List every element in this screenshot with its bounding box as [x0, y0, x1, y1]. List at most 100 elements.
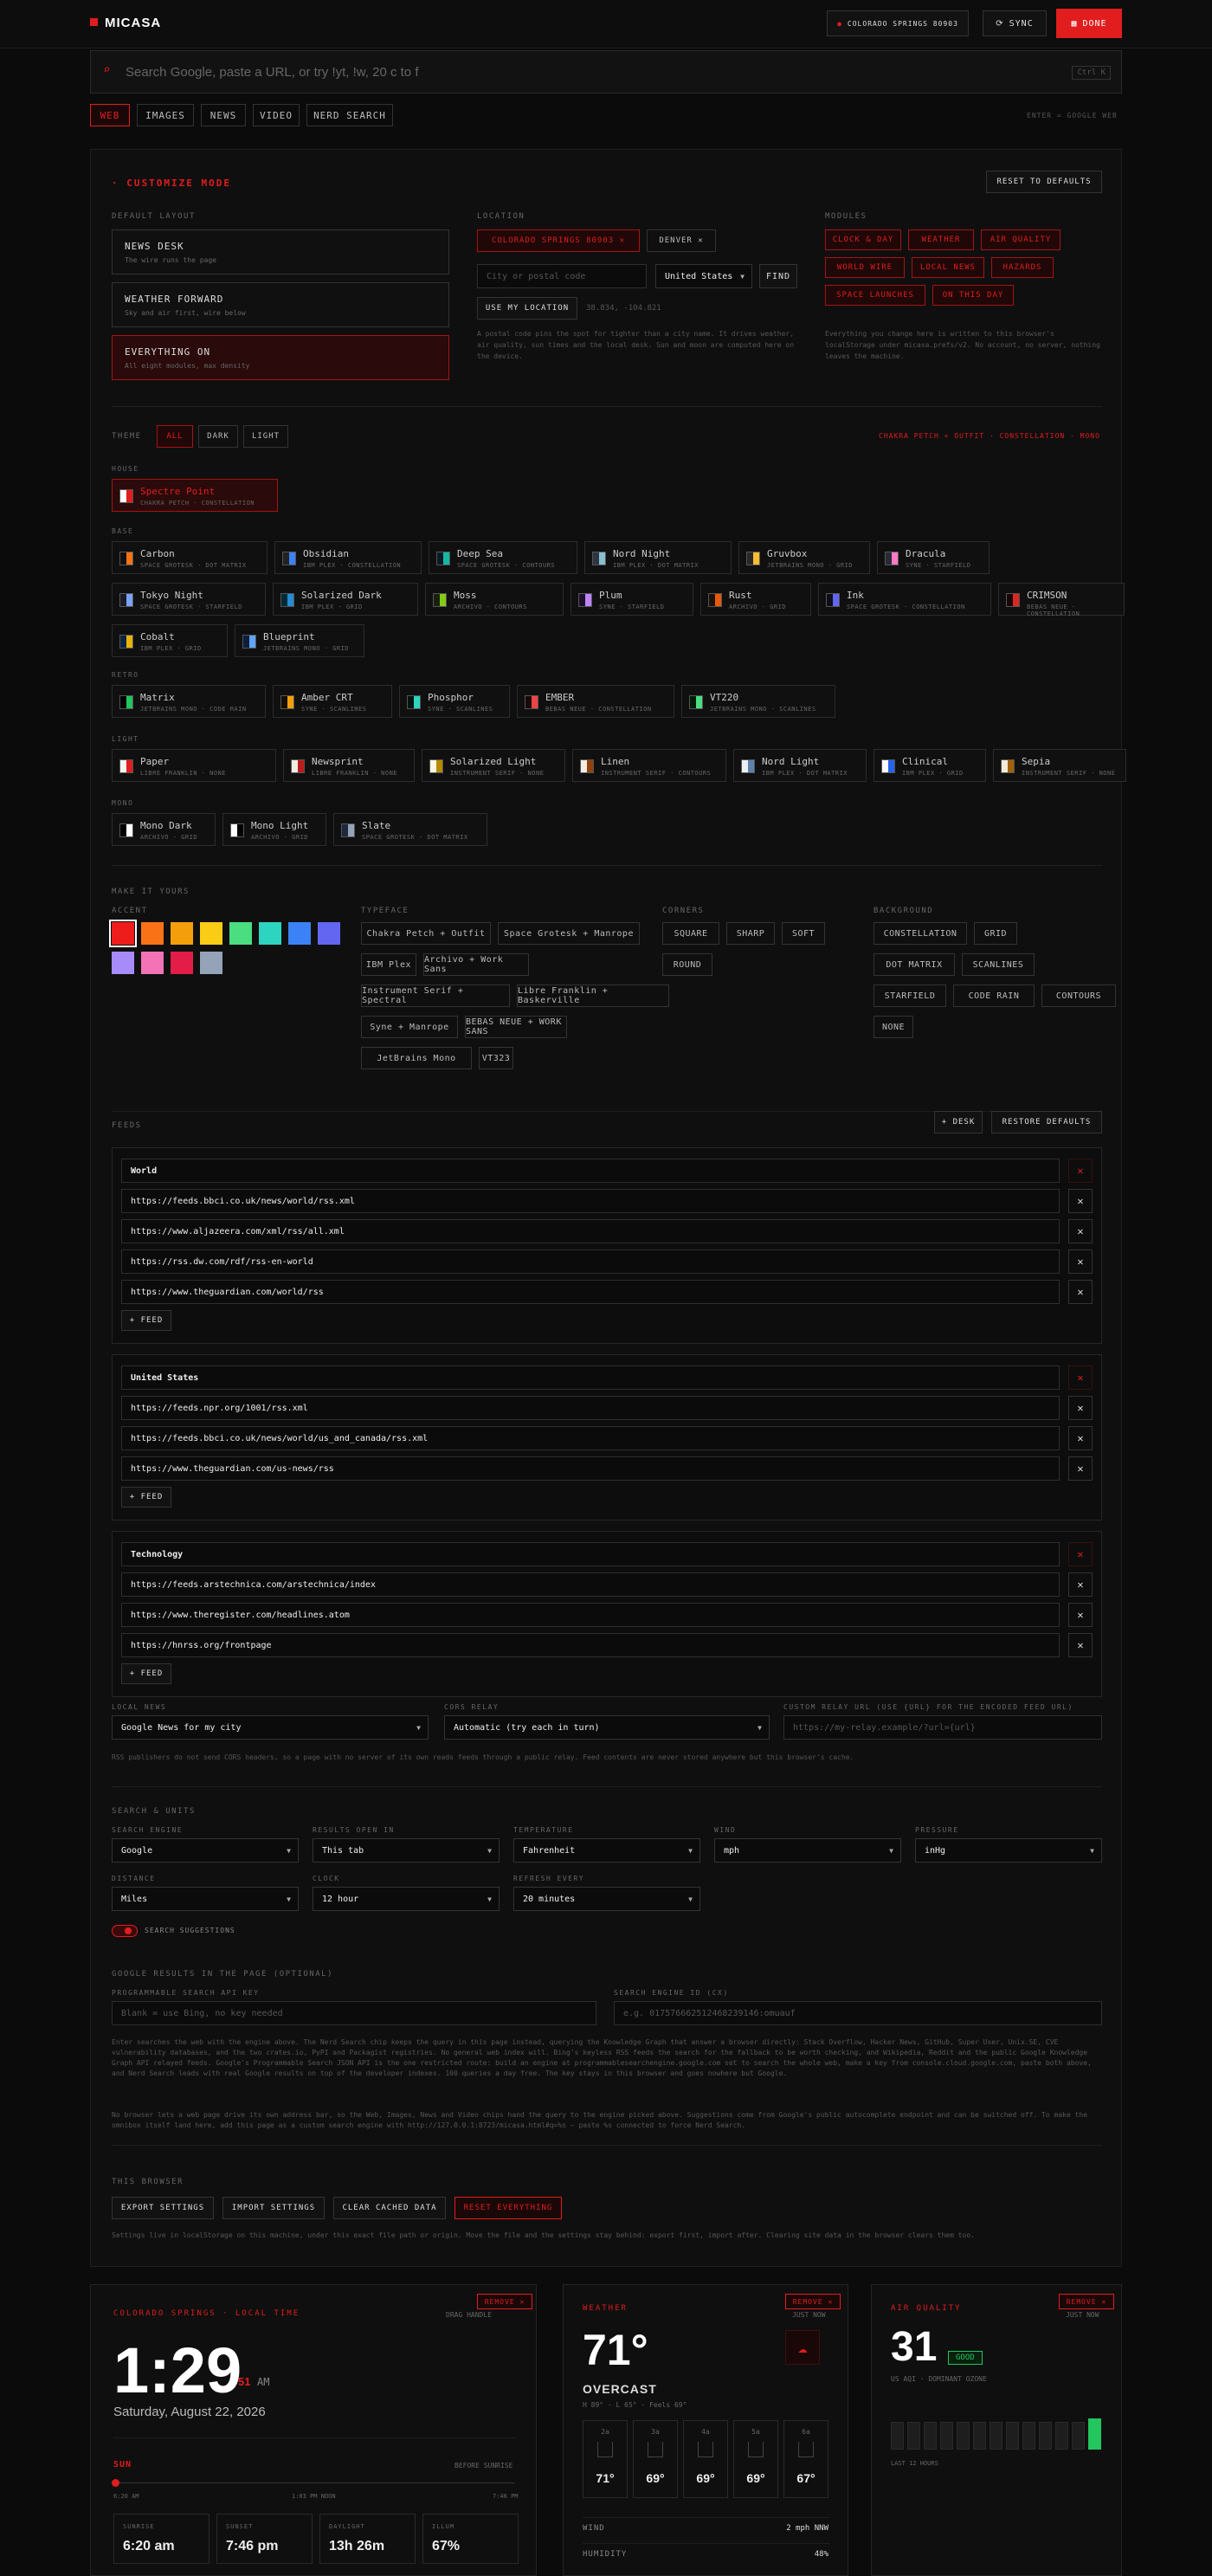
background-option[interactable]: GRID: [974, 922, 1017, 945]
module-chip[interactable]: ON THIS DAY: [932, 285, 1014, 306]
tab-nerd-search[interactable]: NERD SEARCH: [306, 104, 393, 126]
remove-button[interactable]: REMOVE ✕: [1059, 2294, 1114, 2309]
feed-url-input[interactable]: https://feeds.bbci.co.uk/news/world/rss.…: [121, 1189, 1060, 1213]
remove-feed-icon[interactable]: ✕: [1068, 1219, 1093, 1243]
cors-select[interactable]: Automatic (try each in turn) ▼: [444, 1715, 770, 1740]
done-button[interactable]: ▦ DONE: [1056, 9, 1122, 38]
theme-card[interactable]: Nord Night IBM PLEX · DOT MATRIX: [584, 541, 732, 574]
feed-url-input[interactable]: https://feeds.arstechnica.com/arstechnic…: [121, 1572, 1060, 1597]
unit-select[interactable]: Fahrenheit ▼: [513, 1838, 700, 1863]
corner-option[interactable]: SQUARE: [662, 922, 719, 945]
theme-card[interactable]: Dracula SYNE · STARFIELD: [877, 541, 990, 574]
delete-desk-icon[interactable]: ✕: [1068, 1365, 1093, 1390]
tab-news[interactable]: NEWS: [201, 104, 246, 126]
theme-card[interactable]: Amber CRT SYNE · SCANLINES: [273, 685, 392, 718]
layout-weather-forward[interactable]: WEATHER FORWARD Sky and air first, wire b…: [112, 282, 449, 327]
theme-filter-all[interactable]: ALL: [157, 425, 193, 448]
drag-handle[interactable]: DRAG HANDLE: [446, 2311, 492, 2319]
theme-card[interactable]: VT220 JETBRAINS MONO · SCANLINES: [681, 685, 835, 718]
theme-filter-dark[interactable]: DARK: [198, 425, 238, 448]
theme-filter-light[interactable]: LIGHT: [243, 425, 288, 448]
custom-relay-input[interactable]: https://my-relay.example/?url={url}: [783, 1715, 1102, 1740]
typeface-option[interactable]: VT323: [479, 1047, 513, 1069]
search-input[interactable]: Search Google, paste a URL, or try !yt, …: [126, 65, 419, 80]
theme-card[interactable]: Slate SPACE GROTESK · DOT MATRIX: [333, 813, 487, 846]
tab-video[interactable]: VIDEO: [253, 104, 300, 126]
theme-card[interactable]: Ink SPACE GROTESK · CONSTELLATION: [818, 583, 991, 616]
add-feed-button[interactable]: + FEED: [121, 1663, 171, 1684]
unit-select[interactable]: mph ▼: [714, 1838, 901, 1863]
add-desk-button[interactable]: + DESK: [934, 1111, 983, 1133]
clear-cache-button[interactable]: CLEAR CACHED DATA: [333, 2197, 446, 2219]
corner-option[interactable]: SOFT: [782, 922, 825, 945]
remove-feed-icon[interactable]: ✕: [1068, 1603, 1093, 1627]
remove-feed-icon[interactable]: ✕: [1068, 1456, 1093, 1481]
typeface-option[interactable]: IBM Plex: [361, 953, 416, 976]
theme-card[interactable]: Moss ARCHIVO · CONTOURS: [425, 583, 564, 616]
layout-news-desk[interactable]: NEWS DESK The wire runs the page: [112, 229, 449, 274]
typeface-option[interactable]: Syne + Manrope: [361, 1016, 458, 1038]
location-chip[interactable]: DENVER ✕: [647, 229, 716, 252]
cx-input[interactable]: e.g. 017576662512468239146:omuauf: [614, 2001, 1102, 2025]
module-chip[interactable]: SPACE LAUNCHES: [825, 285, 925, 306]
unit-select[interactable]: Miles ▼: [112, 1887, 299, 1911]
theme-card[interactable]: Cobalt IBM PLEX · GRID: [112, 624, 228, 657]
feed-url-input[interactable]: https://www.aljazeera.com/xml/rss/all.xm…: [121, 1219, 1060, 1243]
remove-feed-icon[interactable]: ✕: [1068, 1189, 1093, 1213]
typeface-option[interactable]: Archivo + Work Sans: [423, 953, 529, 976]
typeface-option[interactable]: Space Grotesk + Manrope: [498, 922, 640, 945]
module-chip[interactable]: LOCAL NEWS: [912, 257, 984, 278]
theme-card[interactable]: Phosphor SYNE · SCANLINES: [399, 685, 510, 718]
theme-card[interactable]: Tokyo Night SPACE GROTESK · STARFIELD: [112, 583, 266, 616]
theme-card[interactable]: Mono Dark ARCHIVO · GRID: [112, 813, 216, 846]
unit-select[interactable]: This tab ▼: [313, 1838, 500, 1863]
corner-option[interactable]: SHARP: [726, 922, 775, 945]
pse-input[interactable]: Blank = use Bing, no key needed: [112, 2001, 596, 2025]
feed-url-input[interactable]: https://www.theguardian.com/us-news/rss: [121, 1456, 1060, 1481]
feed-url-input[interactable]: https://www.theregister.com/headlines.at…: [121, 1603, 1060, 1627]
export-settings-button[interactable]: EXPORT SETTINGS: [112, 2197, 214, 2219]
desk-name-input[interactable]: Technology: [121, 1542, 1060, 1566]
unit-select[interactable]: inHg ▼: [915, 1838, 1102, 1863]
background-option[interactable]: STARFIELD: [874, 985, 946, 1007]
theme-card[interactable]: Deep Sea SPACE GROTESK · CONTOURS: [429, 541, 577, 574]
remove-feed-icon[interactable]: ✕: [1068, 1280, 1093, 1304]
background-option[interactable]: CODE RAIN: [953, 985, 1035, 1007]
restore-feeds-button[interactable]: RESTORE DEFAULTS: [991, 1111, 1102, 1133]
local-news-select[interactable]: Google News for my city ▼: [112, 1715, 429, 1740]
city-input[interactable]: City or postal code: [477, 264, 647, 288]
layout-everything-on[interactable]: EVERYTHING ON All eight modules, max dens…: [112, 335, 449, 380]
background-option[interactable]: NONE: [874, 1016, 913, 1038]
brand-logo[interactable]: MICASA: [90, 16, 161, 30]
theme-card[interactable]: Spectre Point CHAKRA PETCH · CONSTELLATIO…: [112, 479, 278, 512]
desk-name-input[interactable]: World: [121, 1159, 1060, 1183]
remove-button[interactable]: REMOVE ✕: [477, 2294, 532, 2309]
module-chip[interactable]: WEATHER: [908, 229, 974, 250]
typeface-option[interactable]: BEBAS NEUE + WORK SANS: [465, 1016, 567, 1038]
remove-feed-icon[interactable]: ✕: [1068, 1249, 1093, 1274]
theme-card[interactable]: Solarized Light INSTRUMENT SERIF · NONE: [422, 749, 565, 782]
remove-feed-icon[interactable]: ✕: [1068, 1572, 1093, 1597]
sync-button[interactable]: ⟳ SYNC: [983, 10, 1047, 36]
theme-card[interactable]: EMBER BEBAS NEUE · CONSTELLATION: [517, 685, 674, 718]
add-feed-button[interactable]: + FEED: [121, 1487, 171, 1508]
location-button[interactable]: ● COLORADO SPRINGS 80903: [827, 10, 969, 36]
unit-select[interactable]: Google ▼: [112, 1838, 299, 1863]
background-option[interactable]: DOT MATRIX: [874, 953, 955, 976]
theme-card[interactable]: Blueprint JETBRAINS MONO · GRID: [235, 624, 364, 657]
remove-feed-icon[interactable]: ✕: [1068, 1426, 1093, 1450]
reset-defaults-button[interactable]: RESET TO DEFAULTS: [986, 171, 1102, 193]
remove-button[interactable]: REMOVE ✕: [785, 2294, 841, 2309]
background-option[interactable]: CONTOURS: [1041, 985, 1116, 1007]
background-option[interactable]: CONSTELLATION: [874, 922, 967, 945]
accent-swatch[interactable]: [200, 952, 222, 974]
tab-images[interactable]: IMAGES: [137, 104, 194, 126]
accent-swatch[interactable]: [318, 922, 340, 945]
accent-swatch[interactable]: [141, 952, 164, 974]
delete-desk-icon[interactable]: ✕: [1068, 1159, 1093, 1183]
tab-web[interactable]: WEB: [90, 104, 130, 126]
typeface-option[interactable]: JetBrains Mono: [361, 1047, 472, 1069]
theme-card[interactable]: Paper LIBRE FRANKLIN · NONE: [112, 749, 276, 782]
theme-card[interactable]: Carbon SPACE GROTESK · DOT MATRIX: [112, 541, 268, 574]
module-chip[interactable]: CLOCK & DAY: [825, 229, 901, 250]
